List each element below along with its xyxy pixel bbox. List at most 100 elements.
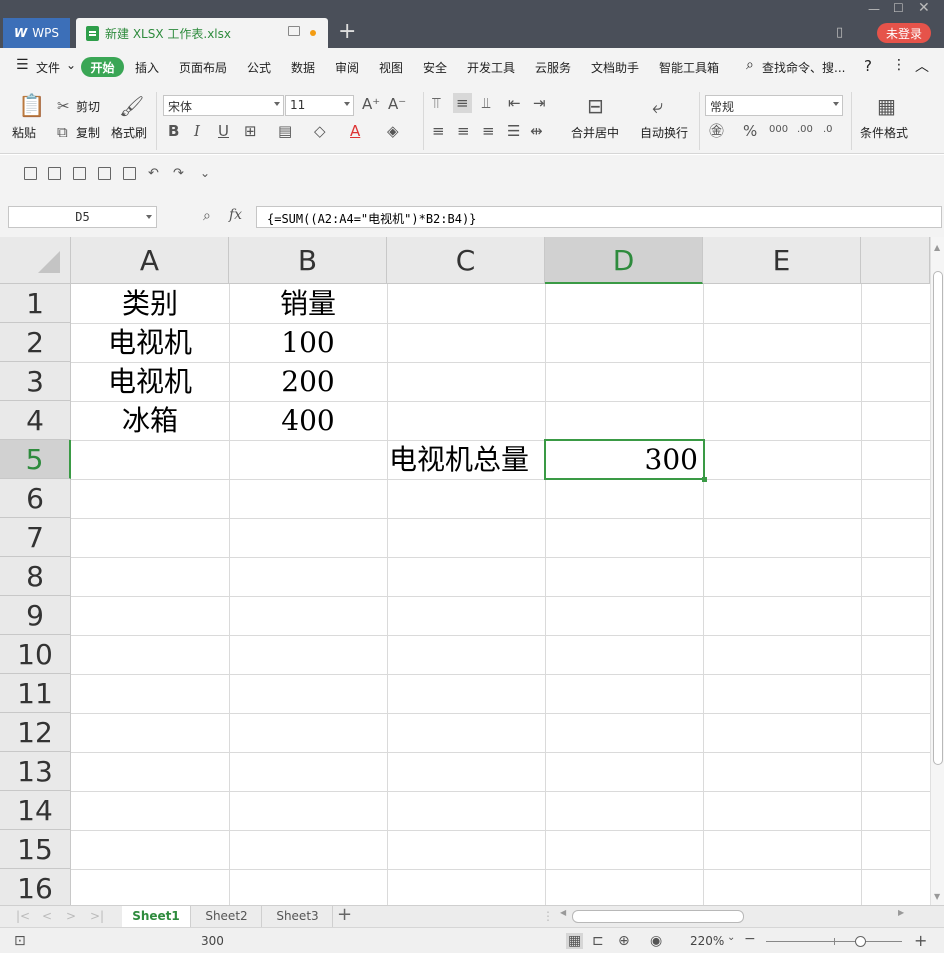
row-header-14[interactable]: 14	[0, 791, 71, 830]
number-format-select[interactable]: 常规	[705, 95, 843, 116]
add-sheet-button[interactable]: +	[337, 904, 352, 925]
fill-color-icon[interactable]: ◇	[314, 123, 326, 139]
menu-page-layout[interactable]: 页面布局	[179, 59, 227, 76]
row-header-3[interactable]: 3	[0, 362, 71, 401]
menu-developer[interactable]: 开发工具	[467, 59, 515, 76]
row-header-7[interactable]: 7	[0, 518, 71, 557]
tab-splitter-icon[interactable]: ⋮	[542, 909, 554, 923]
menu-insert[interactable]: 插入	[135, 59, 159, 76]
copy-label[interactable]: 复制	[76, 124, 100, 141]
menu-review[interactable]: 审阅	[335, 59, 359, 76]
normal-view-icon[interactable]: ▦	[566, 933, 584, 949]
align-middle-icon[interactable]: ≡	[453, 93, 472, 113]
column-header-f[interactable]	[861, 237, 930, 284]
vertical-scrollbar[interactable]: ▲ ▼	[930, 237, 944, 905]
wps-home-tab[interactable]: W WPS	[3, 18, 70, 48]
new-file-icon[interactable]	[24, 167, 37, 180]
column-header-c[interactable]: C	[387, 237, 545, 284]
increase-decimal-icon[interactable]: .00	[797, 122, 813, 138]
print-preview-icon[interactable]	[123, 167, 136, 180]
currency-icon[interactable]: ㊎	[709, 123, 724, 139]
scroll-up-icon[interactable]: ▲	[934, 243, 940, 252]
column-header-a[interactable]: A	[71, 237, 229, 284]
menu-doc-assistant[interactable]: 文档助手	[591, 59, 639, 76]
row-header-10[interactable]: 10	[0, 635, 71, 674]
page-layout-view-icon[interactable]: ⊕	[618, 933, 630, 949]
italic-icon[interactable]: I	[194, 123, 200, 139]
cell-c5[interactable]: 电视机总量	[389, 440, 545, 479]
zoom-formula-icon[interactable]: ⌕	[203, 208, 211, 224]
horizontal-scroll-thumb[interactable]	[572, 910, 744, 923]
borders-icon[interactable]: ⊞	[244, 123, 257, 139]
last-sheet-icon[interactable]: >|	[90, 909, 104, 923]
menu-cloud[interactable]: 云服务	[535, 59, 571, 76]
distributed-icon[interactable]: ⇹	[530, 123, 543, 139]
cell-a4[interactable]: 冰箱	[71, 401, 229, 440]
hamburger-icon[interactable]: ☰	[16, 57, 29, 73]
formula-input[interactable]: {=SUM((A2:A4="电视机")*B2:B4)}	[256, 206, 942, 228]
row-header-15[interactable]: 15	[0, 830, 71, 869]
row-header-12[interactable]: 12	[0, 713, 71, 752]
paste-label[interactable]: 粘贴	[12, 124, 36, 141]
decrease-decimal-icon[interactable]: .0	[823, 122, 833, 138]
zoom-in-icon[interactable]: +	[914, 931, 927, 950]
chevron-down-icon[interactable]: ⌄	[727, 932, 735, 943]
document-tab[interactable]: 新建 XLSX 工作表.xlsx	[76, 18, 328, 48]
column-header-e[interactable]: E	[703, 237, 861, 284]
insert-function-button[interactable]: fx	[229, 207, 242, 223]
decrease-indent-icon[interactable]: ⇤	[508, 95, 521, 111]
row-header-11[interactable]: 11	[0, 674, 71, 713]
font-name-select[interactable]: 宋体	[163, 95, 284, 116]
column-header-d[interactable]: D	[545, 237, 703, 284]
row-header-13[interactable]: 13	[0, 752, 71, 791]
cut-icon[interactable]: ✂	[57, 98, 70, 114]
align-left-icon[interactable]: ≡	[432, 123, 445, 139]
window-mode-icon[interactable]	[288, 26, 300, 36]
zoom-out-icon[interactable]: −	[744, 931, 756, 947]
sheet-tab-2[interactable]: Sheet2	[192, 906, 262, 927]
page-break-view-icon[interactable]: ⊏	[592, 933, 604, 949]
customize-toolbar-icon[interactable]: ⌄	[200, 165, 210, 181]
thousands-icon[interactable]: 000	[769, 122, 788, 138]
scroll-left-icon[interactable]: ◀	[560, 908, 566, 917]
format-painter-icon[interactable]: 🖌	[119, 95, 144, 117]
prev-sheet-icon[interactable]: <	[42, 909, 52, 923]
merge-center-label[interactable]: 合并居中	[571, 124, 619, 141]
font-color-icon[interactable]: A	[350, 123, 360, 139]
first-sheet-icon[interactable]: |<	[16, 909, 30, 923]
justify-icon[interactable]: ☰	[507, 123, 520, 139]
login-button[interactable]: 未登录	[877, 23, 931, 43]
vertical-scroll-thumb[interactable]	[933, 271, 943, 765]
command-search[interactable]: 查找命令、搜...	[762, 59, 845, 76]
active-cell-selection[interactable]	[544, 439, 707, 482]
row-header-1[interactable]: 1	[0, 284, 71, 323]
menu-home[interactable]: 开始	[81, 57, 124, 77]
clear-format-icon[interactable]: ◈	[387, 123, 399, 139]
font-size-select[interactable]: 11	[285, 95, 354, 116]
menu-view[interactable]: 视图	[379, 59, 403, 76]
bold-icon[interactable]: B	[168, 123, 179, 139]
scroll-down-icon[interactable]: ▼	[934, 892, 940, 901]
maximize-icon[interactable]: ☐	[893, 1, 904, 15]
sheet-tab-3[interactable]: Sheet3	[263, 906, 333, 927]
close-icon[interactable]: ✕	[918, 0, 930, 16]
menu-formulas[interactable]: 公式	[247, 59, 271, 76]
copy-icon[interactable]: ⧉	[57, 124, 68, 140]
name-box[interactable]: D5	[8, 206, 157, 228]
horizontal-scrollbar[interactable]: ◀ ▶	[560, 908, 905, 923]
select-all-button[interactable]	[0, 237, 71, 284]
format-painter-label[interactable]: 格式刷	[111, 124, 147, 141]
align-center-icon[interactable]: ≡	[457, 123, 470, 139]
wrap-text-label[interactable]: 自动换行	[640, 124, 688, 141]
reading-mode-icon[interactable]: ◉	[650, 933, 662, 949]
next-sheet-icon[interactable]: >	[66, 909, 76, 923]
cut-label[interactable]: 剪切	[76, 98, 100, 115]
row-header-8[interactable]: 8	[0, 557, 71, 596]
underline-icon[interactable]: U	[218, 123, 229, 139]
menu-toolbox[interactable]: 智能工具箱	[659, 59, 719, 76]
scroll-right-icon[interactable]: ▶	[898, 908, 904, 917]
cell-b2[interactable]: 100	[229, 323, 387, 362]
search-icon[interactable]: ⌕	[746, 57, 754, 73]
zoom-level[interactable]: 220%	[690, 934, 724, 948]
align-right-icon[interactable]: ≡	[482, 123, 495, 139]
